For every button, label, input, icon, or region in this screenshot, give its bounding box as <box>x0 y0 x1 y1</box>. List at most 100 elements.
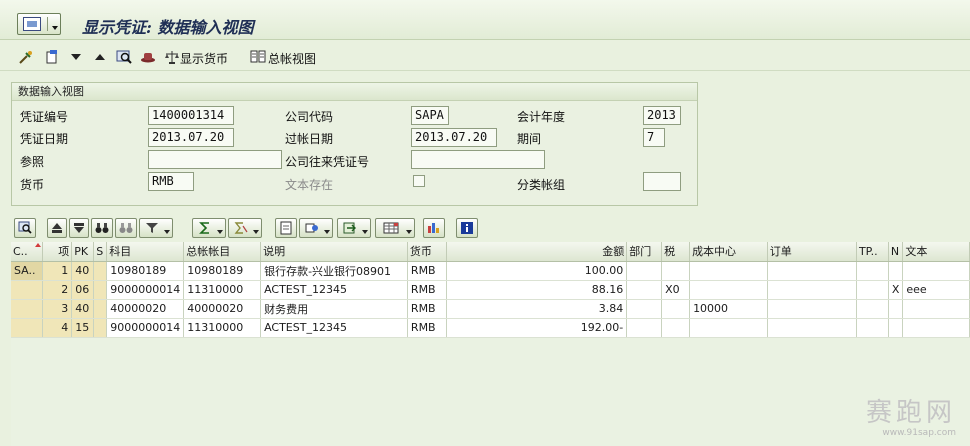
sort-descending-button[interactable] <box>69 218 89 238</box>
column-header[interactable]: 税 <box>661 242 691 262</box>
table-cell[interactable] <box>856 261 889 281</box>
table-cell[interactable] <box>902 261 970 281</box>
subtotal-button[interactable] <box>228 218 262 238</box>
currency-scales-icon[interactable] <box>164 49 180 65</box>
table-cell[interactable]: ACTEST_12345 <box>260 280 408 300</box>
table-cell[interactable]: 40 <box>71 261 95 281</box>
table-cell[interactable]: 192.00- <box>446 318 628 338</box>
views-button[interactable] <box>299 218 333 238</box>
table-cell[interactable] <box>661 299 691 319</box>
table-cell[interactable] <box>11 280 44 300</box>
table-cell[interactable] <box>11 299 44 319</box>
table-cell[interactable]: 40 <box>71 299 95 319</box>
print-preview-button[interactable] <box>275 218 297 238</box>
choose-layout-button[interactable] <box>423 218 445 238</box>
table-cell[interactable] <box>888 261 904 281</box>
table-cell[interactable] <box>626 280 663 300</box>
table-cell[interactable] <box>11 318 44 338</box>
column-header[interactable]: 货币 <box>407 242 447 262</box>
table-cell[interactable] <box>626 318 663 338</box>
table-cell[interactable]: 88.16 <box>446 280 628 300</box>
sort-ascending-button[interactable] <box>47 218 67 238</box>
company-code-field[interactable]: SAPA <box>411 106 449 125</box>
layout-button[interactable] <box>375 218 415 238</box>
table-cell[interactable] <box>767 261 857 281</box>
table-cell[interactable]: 9000000014 <box>106 280 185 300</box>
filter-button[interactable] <box>139 218 173 238</box>
column-header[interactable]: PK <box>71 242 95 262</box>
document-number-field[interactable]: 1400001314 <box>148 106 234 125</box>
taxes-hat-icon[interactable] <box>140 49 156 65</box>
table-cell[interactable]: ACTEST_12345 <box>260 318 408 338</box>
table-cell[interactable]: 100.00 <box>446 261 628 281</box>
table-cell[interactable]: 11310000 <box>183 280 262 300</box>
table-cell[interactable] <box>661 261 691 281</box>
column-header[interactable]: 总帐帐目 <box>183 242 262 262</box>
display-change-icon[interactable] <box>18 49 34 65</box>
column-header[interactable]: 成本中心 <box>689 242 768 262</box>
table-cell[interactable] <box>856 299 889 319</box>
table-cell[interactable]: 10980189 <box>106 261 185 281</box>
table-cell[interactable]: RMB <box>407 280 447 300</box>
table-cell[interactable] <box>902 318 970 338</box>
table-cell[interactable] <box>626 299 663 319</box>
fiscal-year-field[interactable]: 2013 <box>643 106 681 125</box>
currency-field[interactable]: RMB <box>148 172 194 191</box>
document-date-field[interactable]: 2013.07.20 <box>148 128 234 147</box>
details-button[interactable] <box>14 218 36 238</box>
table-cell[interactable] <box>93 299 108 319</box>
table-cell[interactable] <box>856 318 889 338</box>
general-ledger-view-button[interactable]: 总帐视图 <box>268 50 316 67</box>
column-header[interactable]: 订单 <box>767 242 857 262</box>
table-cell[interactable] <box>767 299 857 319</box>
table-cell[interactable]: RMB <box>407 261 447 281</box>
details-search-icon[interactable] <box>116 49 132 65</box>
table-row[interactable]: SA.. 1 40 10980189 10980189 银行存款-兴业银行08901 RMB… <box>11 261 970 281</box>
export-button[interactable] <box>337 218 371 238</box>
display-currency-button[interactable]: 显示货币 <box>180 50 228 67</box>
reference-field[interactable] <box>148 150 282 169</box>
table-cell[interactable] <box>689 280 768 300</box>
table-cell[interactable] <box>767 318 857 338</box>
total-button[interactable] <box>192 218 226 238</box>
table-cell[interactable]: 9000000014 <box>106 318 185 338</box>
table-cell[interactable]: 4 <box>42 318 73 338</box>
table-cell[interactable]: RMB <box>407 318 447 338</box>
table-cell[interactable] <box>888 318 904 338</box>
general-ledger-view-icon[interactable] <box>250 49 266 65</box>
find-button[interactable] <box>91 218 113 238</box>
other-document-icon[interactable] <box>44 49 60 65</box>
information-button[interactable] <box>456 218 478 238</box>
column-header[interactable]: 文本 <box>902 242 970 262</box>
table-row[interactable]: 4 15 9000000014 11310000 ACTEST_12345 RMB 192.… <box>11 318 970 338</box>
table-cell[interactable]: 2 <box>42 280 73 300</box>
table-cell[interactable]: 1 <box>42 261 73 281</box>
table-cell[interactable]: X0 <box>661 280 691 300</box>
table-cell[interactable] <box>902 299 970 319</box>
column-header[interactable]: 科目 <box>106 242 185 262</box>
ledger-group-field[interactable] <box>643 172 681 191</box>
posting-date-field[interactable]: 2013.07.20 <box>411 128 497 147</box>
table-cell[interactable] <box>856 280 889 300</box>
column-header[interactable]: N <box>888 242 904 262</box>
table-row[interactable]: 3 40 40000020 40000020 财务费用 RMB 3.84 10000 <box>11 299 970 319</box>
table-cell[interactable] <box>888 299 904 319</box>
column-header[interactable]: 说明 <box>260 242 408 262</box>
table-cell[interactable]: X <box>888 280 904 300</box>
table-cell[interactable] <box>689 261 768 281</box>
intercompany-doc-field[interactable] <box>411 150 545 169</box>
previous-arrow-up-icon[interactable] <box>92 49 108 65</box>
column-header[interactable]: 项 <box>42 242 73 262</box>
table-cell[interactable] <box>767 280 857 300</box>
table-cell[interactable]: RMB <box>407 299 447 319</box>
table-cell[interactable] <box>93 318 108 338</box>
column-header[interactable]: 金额 <box>446 242 628 262</box>
table-cell[interactable] <box>93 280 108 300</box>
table-cell[interactable]: SA.. <box>11 261 44 281</box>
find-next-button[interactable] <box>115 218 137 238</box>
table-cell[interactable]: 财务费用 <box>260 299 408 319</box>
table-cell[interactable]: 银行存款-兴业银行08901 <box>260 261 408 281</box>
table-cell[interactable]: 10980189 <box>183 261 262 281</box>
table-cell[interactable] <box>661 318 691 338</box>
table-cell[interactable] <box>626 261 663 281</box>
